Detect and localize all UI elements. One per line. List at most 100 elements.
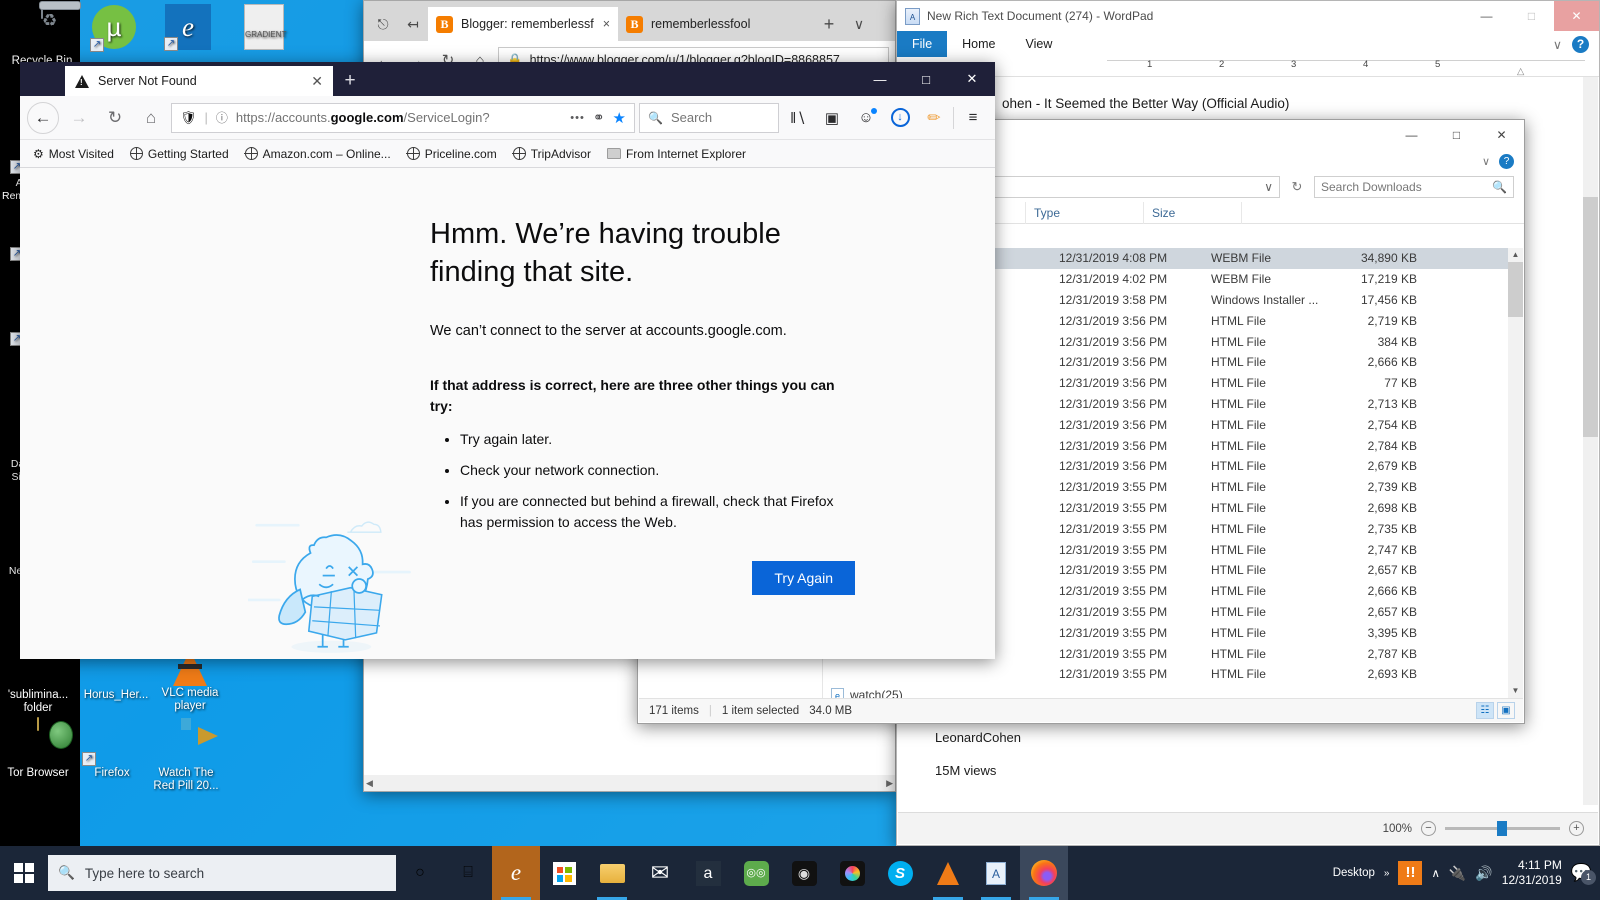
zoom-slider[interactable]: [1445, 821, 1560, 836]
tab-view[interactable]: View: [1011, 31, 1068, 57]
firefox-tab-server-not-found[interactable]: Server Not Found ✕: [65, 66, 333, 96]
large-icons-view-button[interactable]: ▣: [1497, 702, 1515, 719]
desktop-icon-gradient[interactable]: GRADIENT: [228, 4, 300, 53]
library-icon[interactable]: ‖∖: [783, 103, 813, 133]
tab-home[interactable]: Home: [947, 31, 1010, 57]
scrollbar-thumb[interactable]: [1508, 262, 1523, 317]
system-tray[interactable]: Desktop » !! ∧ 🔌 🔊 4:11 PM 12/31/2019 💬1: [1333, 846, 1600, 900]
scroll-down-icon[interactable]: ▼: [1508, 684, 1523, 698]
firefox-bookmarks-toolbar[interactable]: ⚙ Most Visited Getting Started Amazon.co…: [20, 140, 995, 168]
home-icon[interactable]: ⌂: [135, 102, 167, 134]
firefox-page-content[interactable]: Hmm. We’re having trouble finding that s…: [20, 168, 995, 659]
maximize-button[interactable]: □: [1509, 1, 1554, 31]
try-again-button[interactable]: Try Again: [752, 561, 855, 595]
desktop-icon-edge[interactable]: e ↗: [152, 4, 224, 53]
tray-alert-icon[interactable]: !!: [1398, 861, 1423, 885]
desktop-icon-tor-browser[interactable]: Tor Browser: [0, 717, 76, 780]
page-actions-icon[interactable]: •••: [570, 112, 585, 124]
overflow-icon[interactable]: »: [1384, 868, 1390, 879]
task-view-icon[interactable]: ⌸: [444, 846, 492, 900]
reload-icon[interactable]: ↻: [99, 102, 131, 134]
new-tab-button[interactable]: +: [814, 7, 844, 41]
firefox-search-bar[interactable]: 🔍 Search: [639, 102, 779, 133]
downloads-icon[interactable]: ↓: [885, 103, 915, 133]
scroll-left-icon[interactable]: ◀: [366, 778, 373, 789]
close-icon[interactable]: ×: [603, 17, 610, 31]
taskbar-vlc-button[interactable]: [924, 846, 972, 900]
cortana-icon[interactable]: ○: [396, 846, 444, 900]
show-desktop-label[interactable]: Desktop: [1333, 867, 1375, 879]
scroll-up-icon[interactable]: ▲: [1508, 248, 1523, 262]
volume-icon[interactable]: 🔊: [1475, 865, 1492, 882]
edge-tab-blogger[interactable]: B Blogger: rememberlessf ×: [428, 7, 618, 41]
taskbar-wordpad-button[interactable]: A: [972, 846, 1020, 900]
taskbar-camera-app-button[interactable]: ◉: [780, 846, 828, 900]
maximize-button[interactable]: □: [1434, 120, 1479, 150]
tab-file[interactable]: File: [897, 31, 948, 57]
close-button[interactable]: ✕: [1554, 1, 1599, 31]
minimize-button[interactable]: —: [1389, 120, 1434, 150]
help-icon[interactable]: ?: [1499, 153, 1514, 169]
desktop-icon-recycle-bin[interactable]: Recycle Bin: [4, 5, 80, 68]
tabs-preview-icon[interactable]: ⎋: [368, 7, 398, 41]
info-icon[interactable]: ⓘ: [216, 109, 228, 126]
refresh-icon[interactable]: ↻: [1286, 176, 1308, 198]
sidebar-icon[interactable]: ▣: [817, 103, 847, 133]
taskbar[interactable]: 🔍 Type here to search ○ ⌸ e ✉ a ◎◎ ◉ S A…: [0, 846, 1600, 900]
wordpad-window-controls[interactable]: — □ ✕: [1464, 1, 1599, 31]
search-input[interactable]: 🔍 Type here to search: [48, 855, 396, 891]
desktop-icon-firefox[interactable]: ↗ Firefox: [74, 718, 150, 780]
taskbar-color-app-button[interactable]: [828, 846, 876, 900]
zoom-slider-thumb[interactable]: [1497, 821, 1507, 836]
taskbar-microsoft-store-button[interactable]: [540, 846, 588, 900]
taskbar-edge-button[interactable]: e: [492, 846, 540, 900]
close-button[interactable]: ✕: [1479, 120, 1524, 150]
network-icon[interactable]: 🔌: [1449, 865, 1466, 882]
scroll-right-icon[interactable]: ▶: [886, 778, 893, 789]
firefox-navbar[interactable]: ← → ↻ ⌂ 🛡 | ⓘ https://accounts.google.co…: [20, 96, 995, 140]
zoom-out-button[interactable]: −: [1421, 821, 1436, 836]
action-center-icon[interactable]: 💬1: [1571, 863, 1596, 885]
bookmark-getting-started[interactable]: Getting Started: [124, 145, 235, 163]
table-row[interactable]: e watch(25): [823, 685, 1523, 698]
video-channel[interactable]: LeonardCohen: [935, 730, 1021, 745]
highlighter-icon[interactable]: ✏: [919, 103, 949, 133]
explorer-window-controls[interactable]: — □ ✕: [1389, 120, 1524, 150]
chevron-down-icon[interactable]: ∨: [1264, 180, 1273, 194]
search-input[interactable]: Search Downloads 🔍: [1314, 176, 1514, 198]
taskbar-file-explorer-button[interactable]: [588, 846, 636, 900]
firefox-window[interactable]: Server Not Found ✕ + — □ ✕ ← → ↻ ⌂ 🛡 | ⓘ…: [20, 62, 995, 659]
column-type[interactable]: Type: [1026, 201, 1144, 224]
bookmark-star-icon[interactable]: ★: [613, 109, 626, 127]
taskbar-tripadvisor-button[interactable]: ◎◎: [732, 846, 780, 900]
close-icon[interactable]: ✕: [311, 73, 323, 90]
pocket-icon[interactable]: ⚭: [593, 109, 605, 126]
start-button[interactable]: [0, 846, 48, 900]
explorer-view-buttons[interactable]: ☷ ▣: [1476, 702, 1523, 719]
maximize-button[interactable]: □: [903, 62, 949, 96]
scrollbar-thumb[interactable]: [1583, 197, 1598, 437]
details-view-button[interactable]: ☷: [1476, 702, 1494, 719]
horizontal-scrollbar[interactable]: ◀ ▶: [364, 775, 895, 791]
firefox-tabstrip[interactable]: Server Not Found ✕ + — □ ✕: [20, 62, 995, 96]
zoom-in-button[interactable]: +: [1569, 821, 1584, 836]
bookmark-amazon[interactable]: Amazon.com – Online...: [239, 145, 397, 163]
wordpad-vertical-scrollbar[interactable]: [1583, 77, 1598, 805]
desktop-icon-utorrent[interactable]: µ ↗: [78, 4, 150, 54]
table-row[interactable]: 12/31/2019 3:55 PM HTML File 2,693 KB: [823, 664, 1523, 685]
wordpad-titlebar[interactable]: A New Rich Text Document (274) - WordPad…: [897, 1, 1599, 31]
taskbar-amazon-button[interactable]: a: [684, 846, 732, 900]
shield-icon[interactable]: 🛡: [180, 110, 197, 126]
back-icon[interactable]: ←: [27, 101, 59, 134]
close-button[interactable]: ✕: [949, 62, 995, 96]
bookmark-priceline[interactable]: Priceline.com: [401, 145, 503, 163]
clock[interactable]: 4:11 PM 12/31/2019: [1502, 858, 1562, 888]
minimize-button[interactable]: —: [857, 62, 903, 96]
desktop-icon-watch-red-pill[interactable]: Watch The Red Pill 20...: [148, 718, 224, 793]
hamburger-menu-icon[interactable]: ≡: [958, 103, 988, 133]
account-icon[interactable]: ☺: [851, 103, 881, 133]
taskbar-skype-button[interactable]: S: [876, 846, 924, 900]
set-tabs-aside-icon[interactable]: ↤: [398, 7, 428, 41]
bookmark-from-internet-explorer[interactable]: From Internet Explorer: [601, 145, 752, 163]
edge-tabstrip[interactable]: ⎋ ↤ B Blogger: rememberlessf × B remembe…: [364, 1, 895, 41]
